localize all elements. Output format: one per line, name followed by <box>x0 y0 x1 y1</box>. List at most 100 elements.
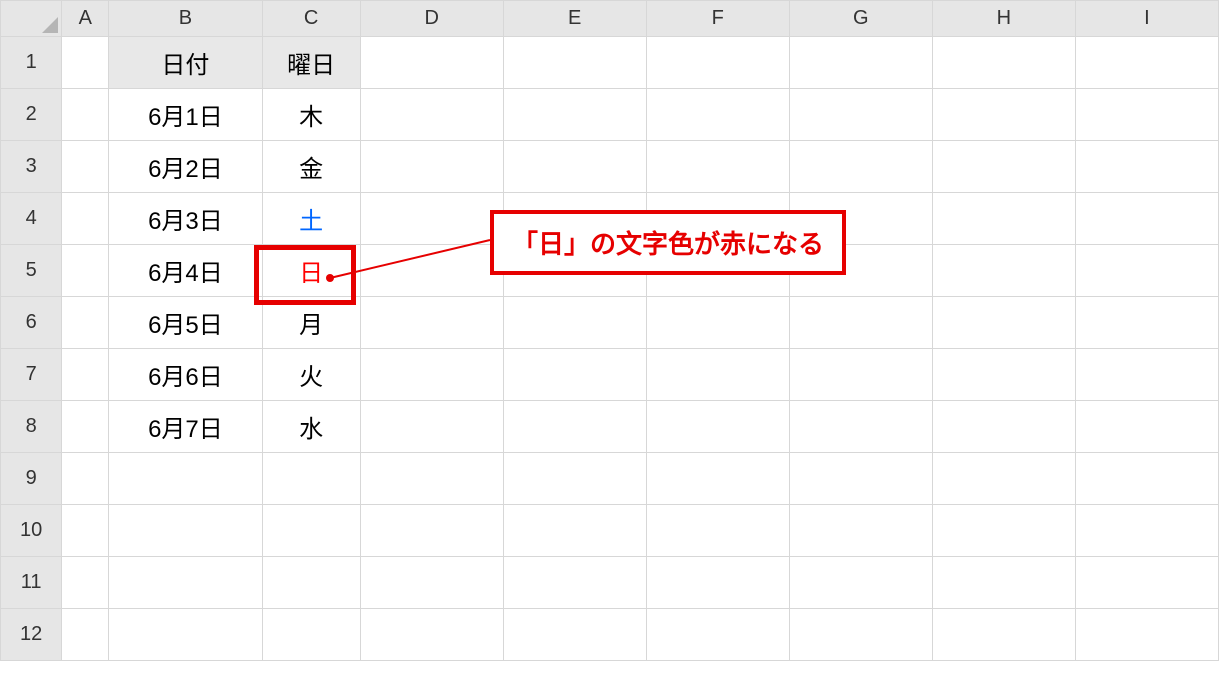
cell-H12[interactable] <box>932 609 1075 661</box>
col-header-E[interactable]: E <box>503 1 646 37</box>
cell-E1[interactable] <box>503 37 646 89</box>
cell-E8[interactable] <box>503 401 646 453</box>
cell-A12[interactable] <box>62 609 109 661</box>
cell-C11[interactable] <box>262 557 360 609</box>
cell-I1[interactable] <box>1075 37 1218 89</box>
cell-A11[interactable] <box>62 557 109 609</box>
col-header-D[interactable]: D <box>360 1 503 37</box>
col-header-F[interactable]: F <box>646 1 789 37</box>
cell-C7[interactable]: 火 <box>262 349 360 401</box>
cell-H8[interactable] <box>932 401 1075 453</box>
cell-B1[interactable]: 日付 <box>109 37 262 89</box>
cell-E12[interactable] <box>503 609 646 661</box>
cell-D3[interactable] <box>360 141 503 193</box>
cell-D5[interactable] <box>360 245 503 297</box>
cell-A6[interactable] <box>62 297 109 349</box>
cell-G7[interactable] <box>789 349 932 401</box>
cell-C1[interactable]: 曜日 <box>262 37 360 89</box>
cell-E7[interactable] <box>503 349 646 401</box>
row-header-7[interactable]: 7 <box>1 349 62 401</box>
row-header-4[interactable]: 4 <box>1 193 62 245</box>
cell-G10[interactable] <box>789 505 932 557</box>
cell-B5[interactable]: 6月4日 <box>109 245 262 297</box>
cell-C6[interactable]: 月 <box>262 297 360 349</box>
cell-A1[interactable] <box>62 37 109 89</box>
cell-G8[interactable] <box>789 401 932 453</box>
row-header-8[interactable]: 8 <box>1 401 62 453</box>
cell-G1[interactable] <box>789 37 932 89</box>
cell-A8[interactable] <box>62 401 109 453</box>
row-header-11[interactable]: 11 <box>1 557 62 609</box>
cell-B12[interactable] <box>109 609 262 661</box>
row-header-9[interactable]: 9 <box>1 453 62 505</box>
cell-I11[interactable] <box>1075 557 1218 609</box>
cell-G12[interactable] <box>789 609 932 661</box>
cell-H9[interactable] <box>932 453 1075 505</box>
cell-B10[interactable] <box>109 505 262 557</box>
cell-D6[interactable] <box>360 297 503 349</box>
cell-D2[interactable] <box>360 89 503 141</box>
cell-I8[interactable] <box>1075 401 1218 453</box>
cell-I6[interactable] <box>1075 297 1218 349</box>
cell-A5[interactable] <box>62 245 109 297</box>
cell-D11[interactable] <box>360 557 503 609</box>
cell-B6[interactable]: 6月5日 <box>109 297 262 349</box>
col-header-B[interactable]: B <box>109 1 262 37</box>
cell-H10[interactable] <box>932 505 1075 557</box>
cell-I2[interactable] <box>1075 89 1218 141</box>
row-header-10[interactable]: 10 <box>1 505 62 557</box>
cell-G6[interactable] <box>789 297 932 349</box>
cell-F1[interactable] <box>646 37 789 89</box>
cell-F11[interactable] <box>646 557 789 609</box>
row-header-2[interactable]: 2 <box>1 89 62 141</box>
cell-C2[interactable]: 木 <box>262 89 360 141</box>
row-header-5[interactable]: 5 <box>1 245 62 297</box>
cell-A4[interactable] <box>62 193 109 245</box>
cell-I3[interactable] <box>1075 141 1218 193</box>
cell-F3[interactable] <box>646 141 789 193</box>
col-header-I[interactable]: I <box>1075 1 1218 37</box>
cell-H5[interactable] <box>932 245 1075 297</box>
cell-C10[interactable] <box>262 505 360 557</box>
cell-F10[interactable] <box>646 505 789 557</box>
cell-B4[interactable]: 6月3日 <box>109 193 262 245</box>
cell-G11[interactable] <box>789 557 932 609</box>
cell-E10[interactable] <box>503 505 646 557</box>
cell-A2[interactable] <box>62 89 109 141</box>
cell-B9[interactable] <box>109 453 262 505</box>
cell-C9[interactable] <box>262 453 360 505</box>
cell-D4[interactable] <box>360 193 503 245</box>
cell-D1[interactable] <box>360 37 503 89</box>
cell-H4[interactable] <box>932 193 1075 245</box>
cell-G2[interactable] <box>789 89 932 141</box>
cell-B3[interactable]: 6月2日 <box>109 141 262 193</box>
cell-E11[interactable] <box>503 557 646 609</box>
cell-A3[interactable] <box>62 141 109 193</box>
spreadsheet-grid[interactable]: A B C D E F G H I 1 日付 曜日 2 6月1日 <box>0 0 1219 661</box>
cell-F2[interactable] <box>646 89 789 141</box>
cell-B11[interactable] <box>109 557 262 609</box>
col-header-C[interactable]: C <box>262 1 360 37</box>
cell-D8[interactable] <box>360 401 503 453</box>
cell-B8[interactable]: 6月7日 <box>109 401 262 453</box>
cell-H6[interactable] <box>932 297 1075 349</box>
cell-H11[interactable] <box>932 557 1075 609</box>
cell-C8[interactable]: 水 <box>262 401 360 453</box>
cell-A7[interactable] <box>62 349 109 401</box>
cell-D7[interactable] <box>360 349 503 401</box>
cell-I7[interactable] <box>1075 349 1218 401</box>
cell-A9[interactable] <box>62 453 109 505</box>
cell-C12[interactable] <box>262 609 360 661</box>
select-all-corner[interactable] <box>1 1 62 37</box>
cell-C3[interactable]: 金 <box>262 141 360 193</box>
col-header-A[interactable]: A <box>62 1 109 37</box>
cell-E3[interactable] <box>503 141 646 193</box>
cell-F12[interactable] <box>646 609 789 661</box>
cell-E6[interactable] <box>503 297 646 349</box>
col-header-H[interactable]: H <box>932 1 1075 37</box>
cell-C5[interactable]: 日 <box>262 245 360 297</box>
cell-G9[interactable] <box>789 453 932 505</box>
cell-H2[interactable] <box>932 89 1075 141</box>
cell-I9[interactable] <box>1075 453 1218 505</box>
cell-I10[interactable] <box>1075 505 1218 557</box>
